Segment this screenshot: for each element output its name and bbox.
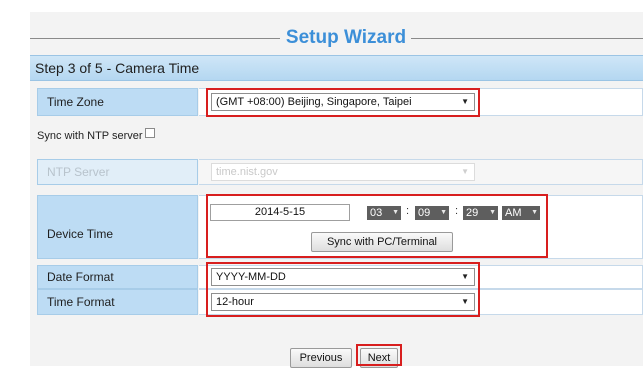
title-divider-right — [411, 38, 643, 39]
ntp-server-label: NTP Server — [37, 159, 198, 185]
ntp-server-value: time.nist.gov — [216, 166, 278, 178]
next-highlight — [356, 344, 402, 366]
time-zone-highlight — [206, 88, 480, 117]
step-header: Step 3 of 5 - Camera Time — [30, 55, 643, 81]
ntp-server-select[interactable]: time.nist.gov ▼ — [211, 163, 475, 181]
wizard-title: Setup Wizard — [285, 27, 407, 48]
title-divider-left — [30, 38, 280, 39]
device-time-label: Device Time — [37, 195, 198, 259]
format-highlight — [206, 262, 480, 317]
wizard-title-row: Setup Wizard — [0, 27, 643, 49]
chevron-down-icon: ▼ — [461, 167, 469, 176]
date-format-label: Date Format — [37, 265, 198, 289]
previous-button[interactable]: Previous — [290, 348, 352, 368]
device-time-highlight — [206, 194, 548, 258]
ntp-sync-checkbox[interactable] — [144, 128, 155, 138]
time-format-label: Time Format — [37, 289, 198, 315]
ntp-sync-label: Sync with NTP server — [37, 130, 143, 142]
time-zone-label: Time Zone — [37, 88, 198, 116]
ntp-sync-row: Sync with NTP server — [37, 128, 155, 142]
